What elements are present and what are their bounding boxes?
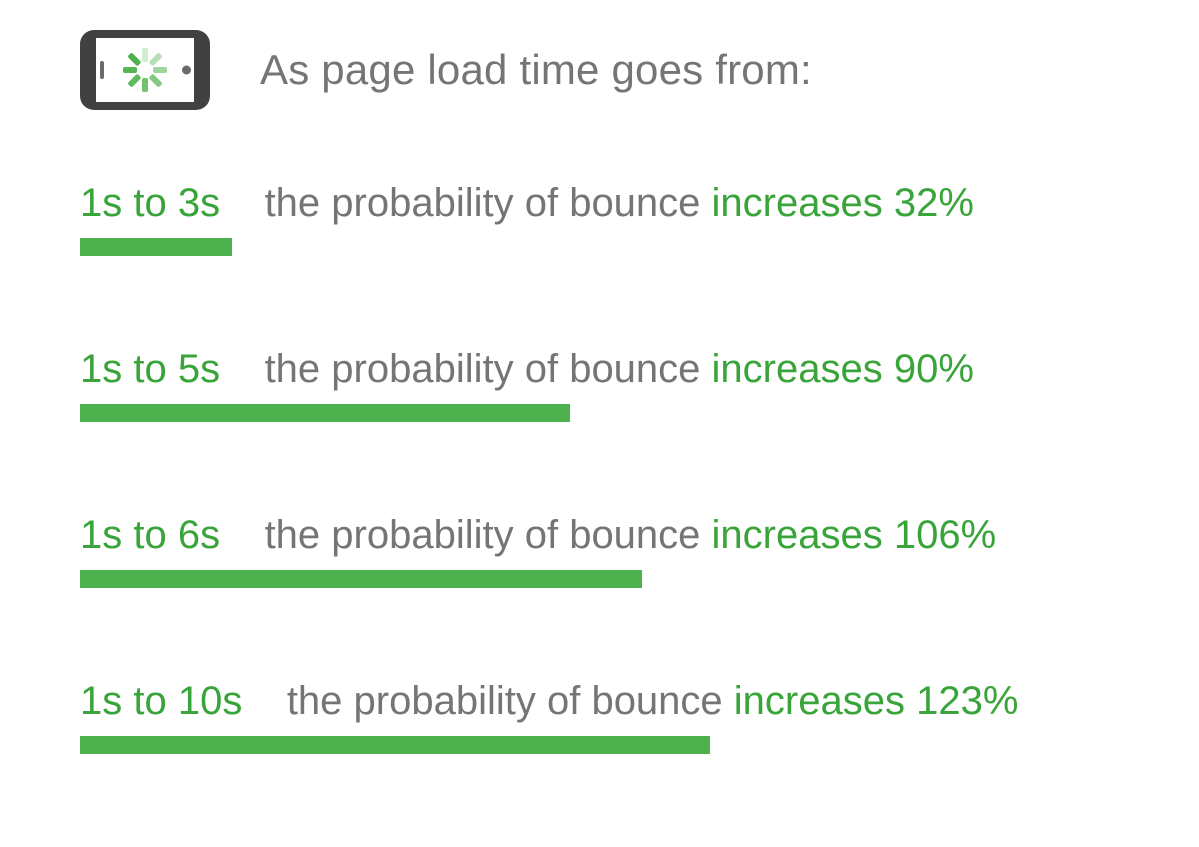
load-time-range: 1s to 10s — [80, 679, 242, 723]
load-time-range: 1s to 3s — [80, 181, 220, 225]
bar-track — [80, 238, 1139, 256]
row-middle-text: the probability of bounce — [265, 181, 701, 225]
phone-loading-icon — [80, 30, 210, 110]
bar-track — [80, 736, 1139, 754]
chart-title: As page load time goes from: — [260, 46, 812, 94]
row-text: 1s to 5s the probability of bounce incre… — [80, 346, 1139, 392]
bounce-increase: increases 32% — [712, 181, 974, 225]
chart-row: 1s to 5s the probability of bounce incre… — [80, 346, 1139, 422]
chart-header: As page load time goes from: — [80, 30, 1139, 110]
row-text: 1s to 6s the probability of bounce incre… — [80, 512, 1139, 558]
chart-container: As page load time goes from: 1s to 3s th… — [0, 0, 1199, 794]
row-middle-text: the probability of bounce — [265, 513, 701, 557]
bar-fill — [80, 736, 710, 754]
bar-fill — [80, 570, 642, 588]
load-time-range: 1s to 6s — [80, 513, 220, 557]
bar-track — [80, 570, 1139, 588]
bar-track — [80, 404, 1139, 422]
row-middle-text: the probability of bounce — [265, 347, 701, 391]
load-time-range: 1s to 5s — [80, 347, 220, 391]
row-middle-text: the probability of bounce — [287, 679, 723, 723]
bounce-increase: increases 123% — [734, 679, 1019, 723]
row-text: 1s to 10s the probability of bounce incr… — [80, 678, 1139, 724]
bar-fill — [80, 238, 232, 256]
chart-row: 1s to 3s the probability of bounce incre… — [80, 180, 1139, 256]
chart-rows: 1s to 3s the probability of bounce incre… — [80, 180, 1139, 754]
bounce-increase: increases 106% — [712, 513, 997, 557]
chart-row: 1s to 10s the probability of bounce incr… — [80, 678, 1139, 754]
spinner-icon — [123, 48, 167, 92]
bar-fill — [80, 404, 570, 422]
chart-row: 1s to 6s the probability of bounce incre… — [80, 512, 1139, 588]
row-text: 1s to 3s the probability of bounce incre… — [80, 180, 1139, 226]
bounce-increase: increases 90% — [712, 347, 974, 391]
